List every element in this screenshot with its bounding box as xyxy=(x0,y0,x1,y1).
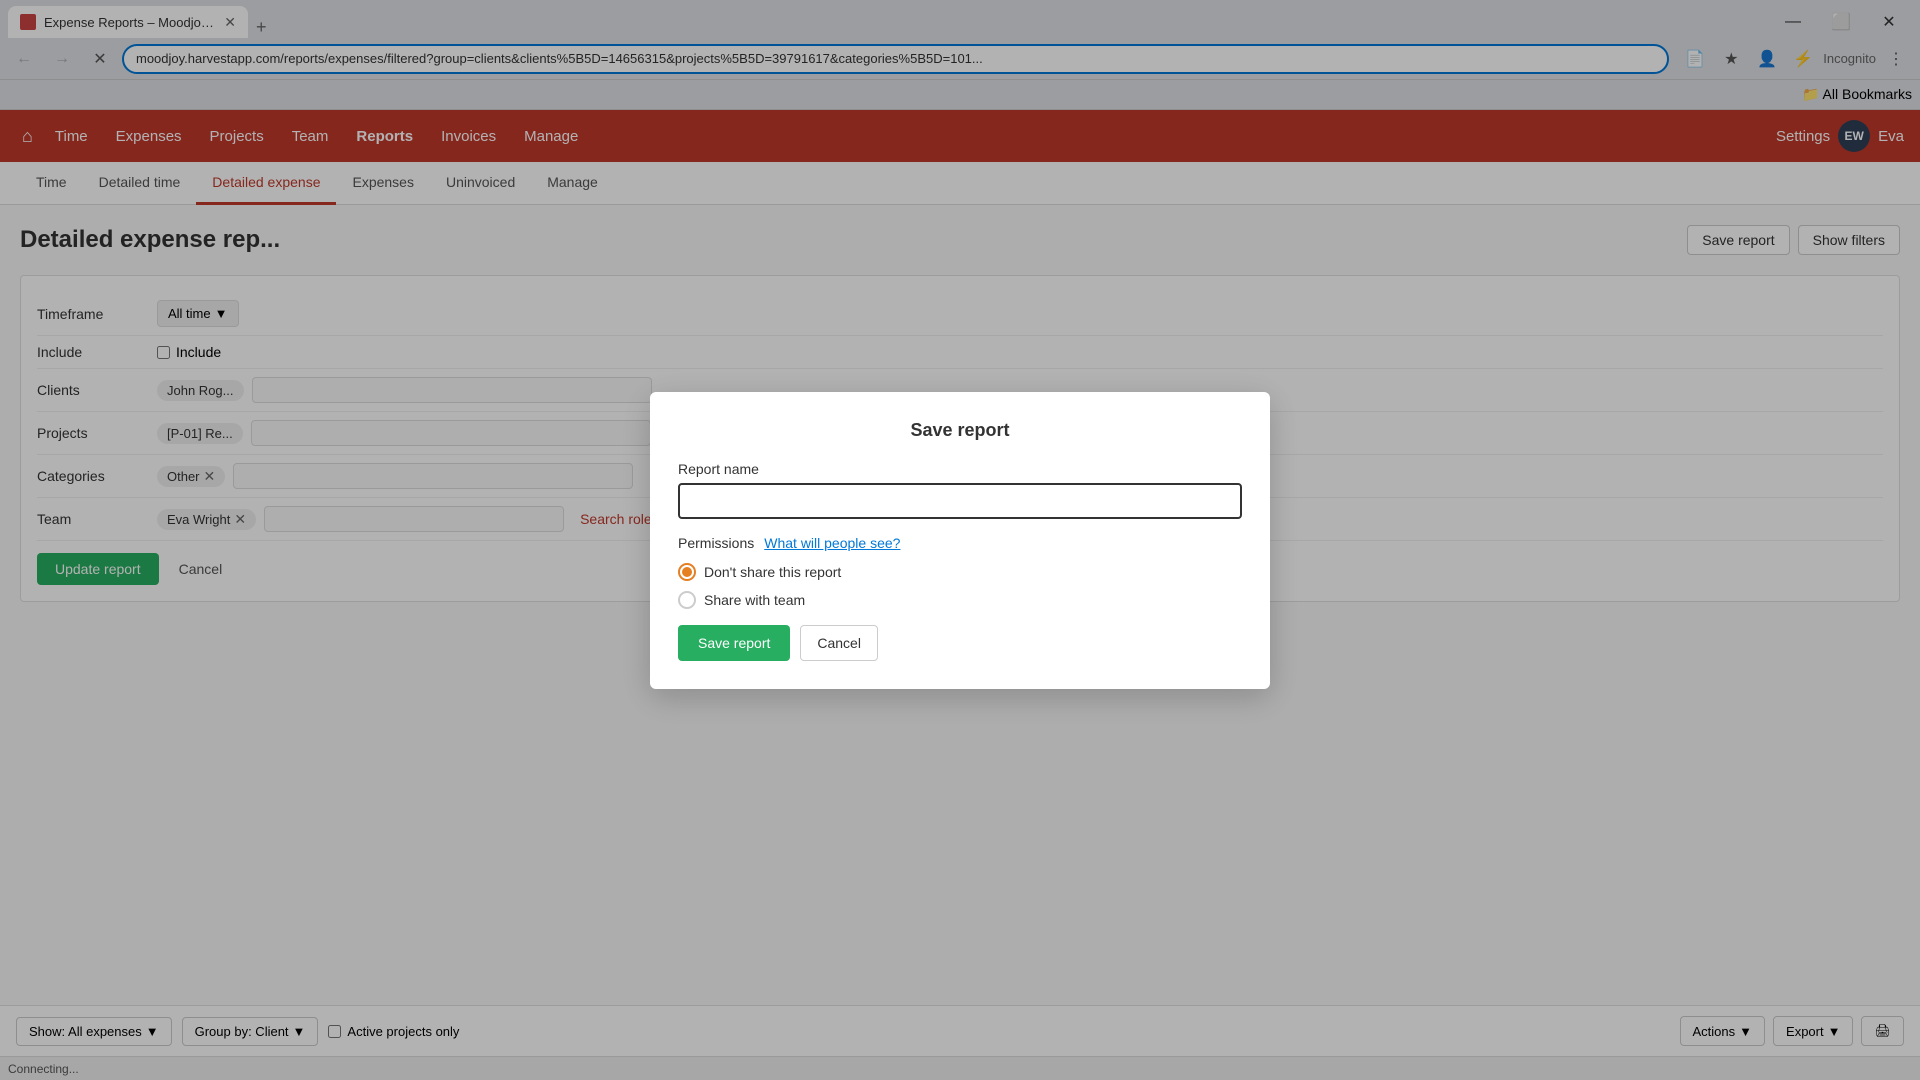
permissions-row: Permissions What will people see? xyxy=(678,535,1242,551)
save-report-modal: Save report Report name Permissions What… xyxy=(650,392,1270,689)
what-will-see-link[interactable]: What will people see? xyxy=(764,535,900,551)
radio-no-share-circle xyxy=(678,563,696,581)
permissions-label: Permissions xyxy=(678,535,754,551)
radio-group: Don't share this report Share with team xyxy=(678,563,1242,609)
radio-share-team[interactable]: Share with team xyxy=(678,591,1242,609)
radio-no-share[interactable]: Don't share this report xyxy=(678,563,1242,581)
modal-cancel-button[interactable]: Cancel xyxy=(800,625,878,661)
report-name-group: Report name xyxy=(678,461,1242,519)
modal-save-button[interactable]: Save report xyxy=(678,625,790,661)
report-name-label: Report name xyxy=(678,461,1242,477)
radio-share-team-circle xyxy=(678,591,696,609)
modal-overlay: Save report Report name Permissions What… xyxy=(0,0,1920,1080)
browser-window: Expense Reports – Moodjoy – ✕ + — ⬜ ✕ ← … xyxy=(0,0,1920,1080)
radio-no-share-label: Don't share this report xyxy=(704,564,841,580)
report-name-input[interactable] xyxy=(678,483,1242,519)
modal-actions: Save report Cancel xyxy=(678,625,1242,661)
radio-share-team-label: Share with team xyxy=(704,592,805,608)
modal-title: Save report xyxy=(678,420,1242,441)
